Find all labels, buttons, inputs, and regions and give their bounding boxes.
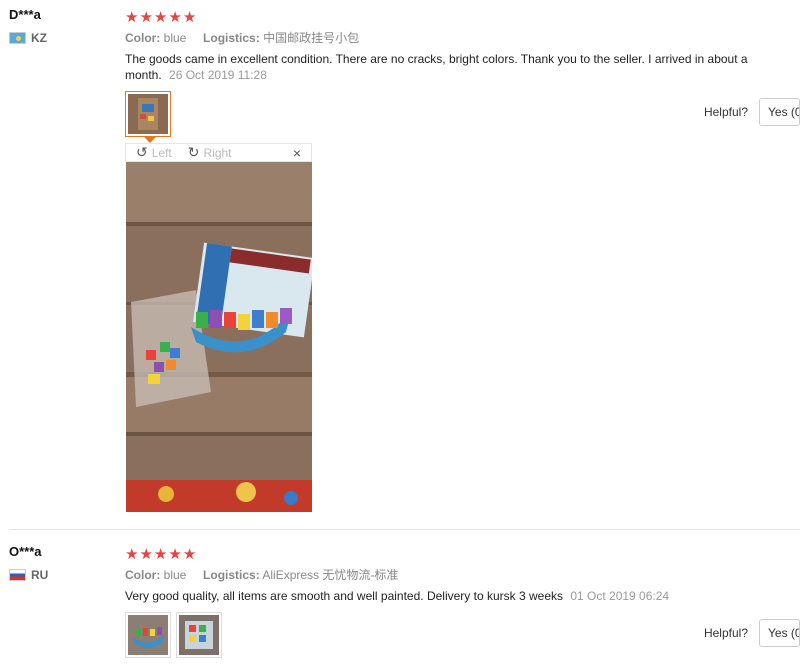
review-text: The goods came in excellent condition. T… [125,51,785,83]
review-body: ★ ★ ★ ★ ★ Color: blue Logistics: 中国邮政挂号小… [125,8,800,82]
review-text: Very good quality, all items are smooth … [125,588,785,604]
reviewer-country: RU [9,568,48,582]
order-info: Color: blue Logistics: AliExpress 无忧物流-标… [125,566,398,583]
helpful-yes-button[interactable]: Yes (0) [759,98,800,126]
rotate-left-label: Left [151,145,172,160]
rotate-left-icon: ↺ [136,144,148,160]
reviewer-name: O***a [9,544,42,559]
reviewer-name: D***a [9,7,41,22]
star-rating: ★ ★ ★ ★ ★ [125,8,800,26]
helpful-yes-button[interactable]: Yes (0) [759,619,800,647]
star-icon: ★ [168,546,181,563]
color-value: blue [163,31,187,45]
flag-kz-icon [9,32,26,44]
review-photo-thumbnail[interactable] [125,612,171,658]
country-code: KZ [31,31,47,45]
enlarged-photo-image [126,162,312,512]
star-icon: ★ [168,9,181,26]
review-photo-thumbnail[interactable] [125,91,171,143]
flag-ru-icon [9,569,26,581]
rotate-right-button[interactable]: ↻ Right [188,144,232,161]
photo-thumbnail-image [128,615,168,655]
color-value: blue [163,568,187,582]
photo-viewer-toolbar: ↺ Left ↻ Right × [125,143,312,162]
review-divider [9,529,800,530]
star-icon: ★ [125,546,138,563]
rotate-right-label: Right [203,145,232,160]
star-icon: ★ [139,546,152,563]
star-rating: ★ ★ ★ ★ ★ [125,545,800,563]
logistics-value: AliExpress 无忧物流-标准 [262,568,399,582]
star-icon: ★ [139,9,152,26]
photo-thumbnail-image [179,615,219,655]
logistics-label: Logistics: [203,568,260,582]
color-label: Color: [125,568,161,582]
reviewer-country: KZ [9,31,47,45]
helpful-vote: Helpful? Yes (0) [704,619,800,647]
helpful-label: Helpful? [703,105,748,119]
review-date: 01 Oct 2019 06:24 [570,589,670,603]
logistics-label: Logistics: [203,31,260,45]
order-info: Color: blue Logistics: 中国邮政挂号小包 [125,29,359,46]
star-icon: ★ [182,546,196,563]
helpful-vote: Helpful? Yes (0) [704,98,800,126]
star-icon: ★ [125,9,138,26]
rotate-right-icon: ↻ [187,144,200,160]
review-photo-thumbnail[interactable] [176,612,222,658]
review-photo-enlarged [126,162,312,512]
review-content: Very good quality, all items are smooth … [125,589,563,603]
review-body: ★ ★ ★ ★ ★ Color: blue Logistics: AliExpr… [125,545,800,603]
close-icon[interactable]: × [293,145,301,161]
review-date: 26 Oct 2019 11:28 [169,68,267,82]
logistics-value: 中国邮政挂号小包 [263,31,360,45]
color-label: Color: [125,31,161,45]
star-icon: ★ [153,9,167,26]
country-code: RU [31,568,49,582]
star-icon: ★ [182,9,196,26]
helpful-label: Helpful? [703,626,748,640]
rotate-left-button[interactable]: ↺ Left [136,144,172,161]
star-icon: ★ [153,546,167,563]
photo-thumbnail-image [128,94,168,134]
